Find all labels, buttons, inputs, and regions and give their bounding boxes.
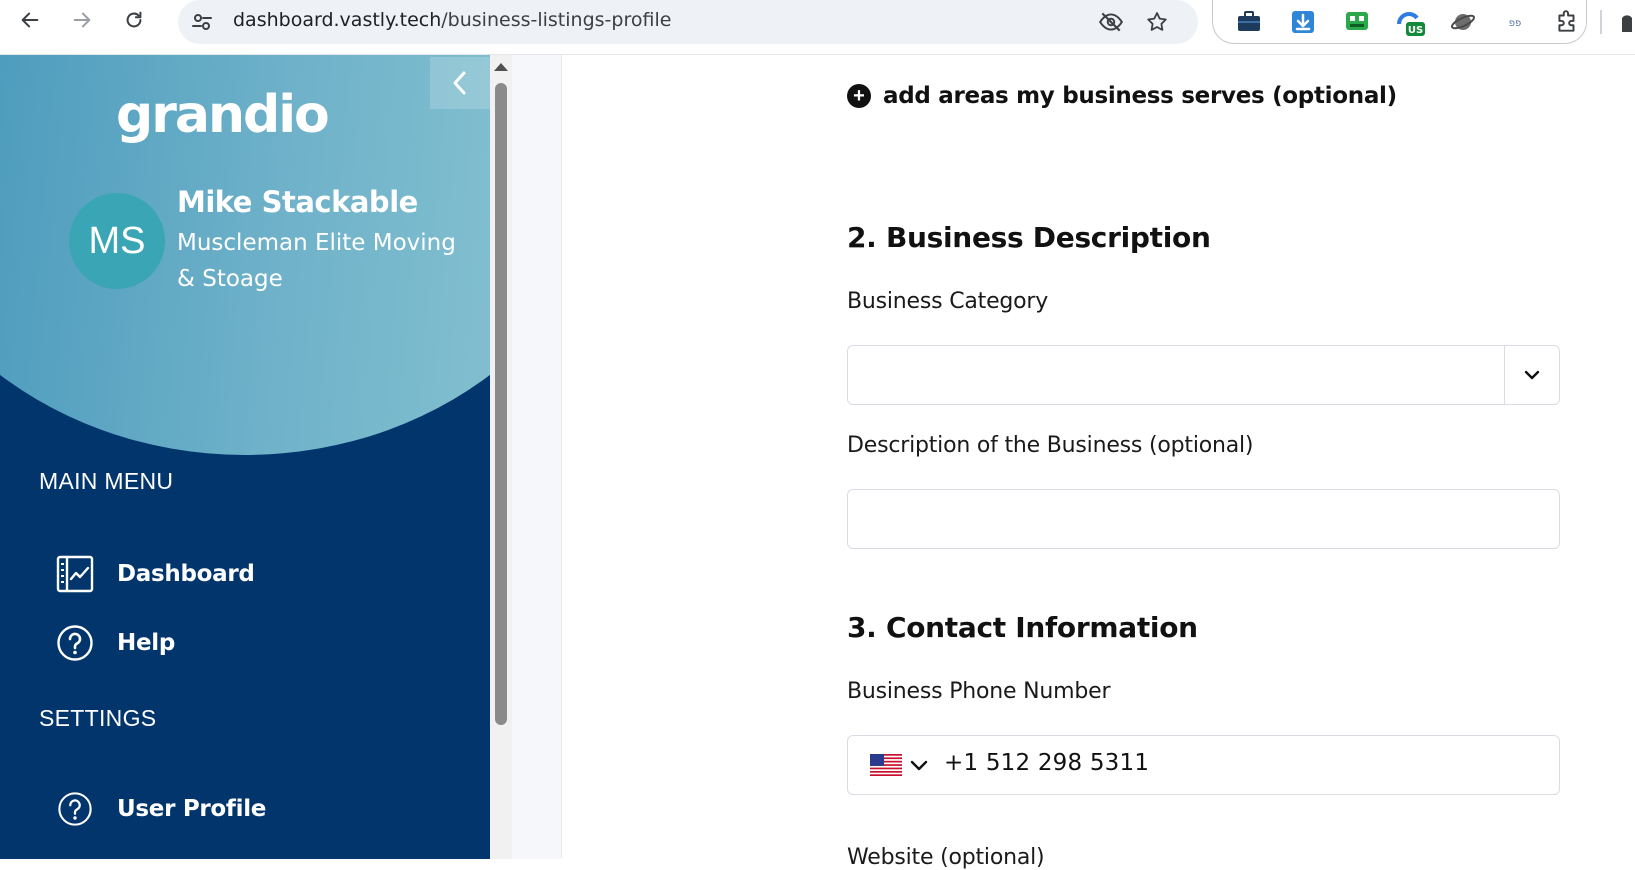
url-host: dashboard.vastly.tech [233, 9, 442, 31]
content-gutter [512, 55, 562, 859]
vpn-extension-icon[interactable]: US [1393, 6, 1425, 38]
website-label: Website (optional) [847, 845, 1045, 870]
back-button[interactable] [14, 4, 46, 36]
green-robot-extension-icon[interactable] [1341, 6, 1373, 38]
sidebar-item-label: Help [117, 630, 175, 656]
business-profile-form: + add areas my business serves (optional… [563, 55, 1635, 870]
sidebar-item-label: Dashboard [117, 561, 255, 587]
sidebar-item-user-profile[interactable]: User Profile [55, 786, 266, 832]
business-description-input[interactable] [847, 489, 1560, 549]
star-icon [1147, 12, 1167, 31]
business-category-dropdown-toggle[interactable] [1504, 346, 1559, 404]
toolbar-divider [1600, 10, 1602, 34]
chevron-left-icon [453, 71, 466, 95]
download-extension-icon[interactable] [1287, 6, 1319, 38]
eye-off-button[interactable] [1096, 7, 1126, 37]
sidebar: grandio MS Mike Stackable Muscleman Elit… [0, 55, 490, 859]
scrollbar-thumb[interactable] [495, 83, 507, 725]
address-bar[interactable]: dashboard.vastly.tech/business-listings-… [178, 0, 1198, 44]
brand-logo[interactable]: grandio [116, 85, 330, 145]
hebrew-text-extension-icon[interactable]: פפ [1499, 6, 1531, 38]
section-contact-information-title: 3. Contact Information [847, 611, 1198, 644]
eye-off-icon [1099, 12, 1123, 32]
sidebar-item-label: User Profile [117, 796, 267, 822]
chevron-down-icon [1524, 370, 1540, 380]
collapse-sidebar-button[interactable] [430, 57, 490, 109]
plus-circle-icon: + [847, 84, 871, 108]
chevron-down-icon[interactable] [908, 754, 930, 776]
site-settings-icon[interactable] [190, 10, 214, 34]
planet-extension-icon[interactable] [1447, 6, 1479, 38]
sidebar-item-help[interactable]: Help [55, 620, 175, 666]
us-flag-icon[interactable] [870, 754, 902, 776]
business-phone-value: +1 512 298 5311 [944, 750, 1150, 776]
arrow-left-icon [21, 12, 39, 28]
business-phone-label: Business Phone Number [847, 679, 1111, 704]
profile-button[interactable] [1620, 8, 1635, 36]
add-areas-label: add areas my business serves (optional) [883, 83, 1397, 109]
user-name: Mike Stackable [177, 185, 418, 219]
help-circle-icon [55, 789, 95, 829]
avatar[interactable]: MS [69, 193, 165, 289]
puzzle-extensions-icon[interactable] [1551, 6, 1583, 38]
settings-heading: SETTINGS [39, 705, 157, 731]
sidebar-item-dashboard[interactable]: Dashboard [55, 551, 255, 597]
url-text[interactable]: dashboard.vastly.tech/business-listings-… [233, 9, 671, 31]
business-category-label: Business Category [847, 289, 1049, 314]
browser-toolbar: dashboard.vastly.tech/business-listings-… [0, 0, 1635, 55]
business-description-label: Description of the Business (optional) [847, 433, 1254, 458]
business-category-select[interactable] [847, 345, 1560, 405]
svg-text:פפ: פפ [1509, 18, 1522, 29]
arrow-right-icon [73, 12, 91, 28]
section-business-description-title: 2. Business Description [847, 221, 1211, 254]
sidebar-scrollbar[interactable] [490, 55, 512, 859]
dashboard-chart-icon [55, 554, 95, 594]
url-path: /business-listings-profile [441, 9, 672, 31]
add-areas-button[interactable]: + add areas my business serves (optional… [847, 83, 1397, 109]
reload-button[interactable] [118, 4, 150, 36]
scroll-up-arrow-icon[interactable] [494, 63, 508, 71]
briefcase-extension-icon[interactable] [1233, 6, 1265, 38]
business-phone-input[interactable]: +1 512 298 5311 [847, 735, 1560, 795]
forward-button[interactable] [66, 4, 98, 36]
help-circle-icon [55, 623, 95, 663]
reload-icon [126, 11, 142, 28]
extensions-area: US פפ [1212, 0, 1587, 44]
main-menu-heading: MAIN MENU [39, 468, 174, 494]
user-company: Muscleman Elite Moving & Stoage [177, 230, 456, 292]
vpn-badge-text: US [1408, 25, 1423, 36]
bookmark-button[interactable] [1142, 7, 1172, 37]
